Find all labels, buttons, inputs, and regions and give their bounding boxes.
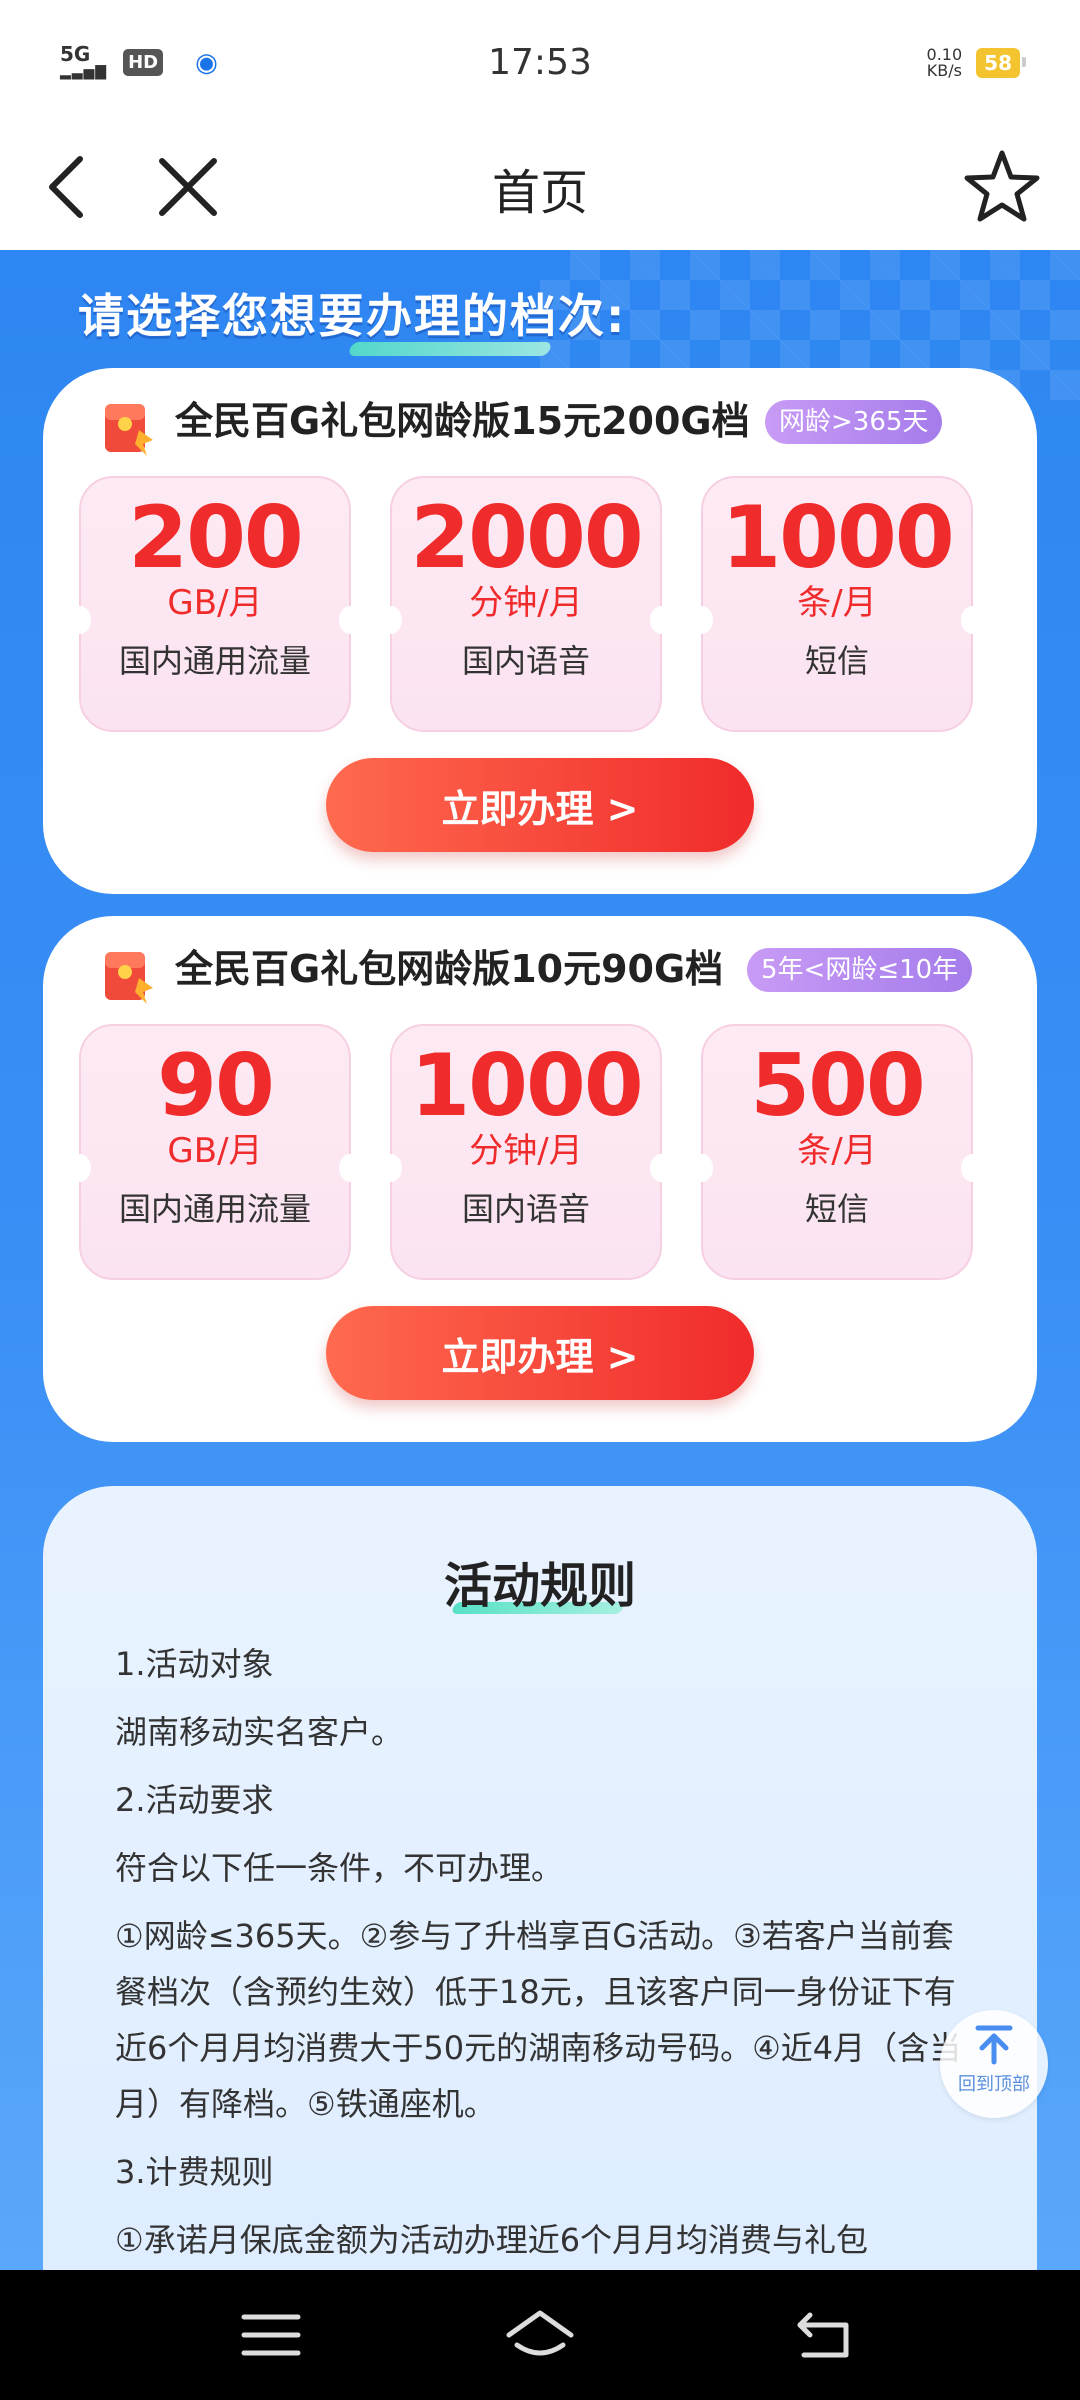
star-icon[interactable] xyxy=(960,145,1044,229)
nav-bar: 首页 xyxy=(0,125,1080,250)
plan-card-10: 全民百G礼包网龄版10元90G档 5年<网龄≤10年 90 GB/月 国内通用流… xyxy=(43,916,1037,1442)
red-envelope-icon xyxy=(105,404,153,456)
app-notification-icon: ◉ xyxy=(195,47,218,78)
benefit-value: 90 xyxy=(157,1036,275,1136)
plan-tag: 5年<网龄≤10年 xyxy=(747,948,973,992)
rules-card: 活动规则 1.活动对象 湖南移动实名客户。 2.活动要求 符合以下任一条件，不可… xyxy=(43,1486,1037,2270)
apply-now-button[interactable]: 立即办理 > xyxy=(326,758,754,852)
benefit-unit: 条/月 xyxy=(797,1131,877,1171)
back-nav-icon[interactable] xyxy=(790,2305,860,2365)
benefit-data: 90 GB/月 国内通用流量 xyxy=(69,1024,361,1280)
benefit-unit: GB/月 xyxy=(167,583,263,623)
arrow-up-icon xyxy=(975,2025,1013,2065)
benefit-unit: 分钟/月 xyxy=(469,1131,583,1171)
home-icon[interactable] xyxy=(505,2305,575,2365)
benefit-value: 500 xyxy=(750,1036,926,1136)
network-speed: 0.10 KB/s xyxy=(926,44,963,80)
plan-title: 全民百G礼包网龄版10元90G档 xyxy=(175,947,724,991)
close-icon[interactable] xyxy=(148,147,228,227)
benefit-voice: 2000 分钟/月 国内语音 xyxy=(380,476,672,732)
rules-paragraph: 1.活动对象 xyxy=(115,1645,274,1683)
plan-tag: 网龄>365天 xyxy=(765,400,943,444)
red-envelope-icon xyxy=(105,952,153,1004)
status-bar: 5G ▂▃▅▇ HD ◉ 17:53 0.10 KB/s 58 xyxy=(0,0,1080,125)
benefit-value: 1000 xyxy=(721,488,954,588)
rules-paragraph: 湖南移动实名客户。 xyxy=(115,1713,404,1751)
rules-paragraph: 符合以下任一条件，不可办理。 xyxy=(115,1849,564,1887)
apply-now-button[interactable]: 立即办理 > xyxy=(326,1306,754,1400)
hd-badge: HD xyxy=(123,49,164,76)
plan-title: 全民百G礼包网龄版15元200G档 xyxy=(175,399,750,443)
benefit-value: 1000 xyxy=(410,1036,643,1136)
section-headline: 请选择您想要办理的档次: xyxy=(78,289,627,343)
benefit-label: 国内语音 xyxy=(461,642,590,680)
benefit-value: 200 xyxy=(128,488,304,588)
menu-icon[interactable] xyxy=(236,2305,306,2365)
back-to-top-button[interactable]: 回到顶部 xyxy=(940,2010,1048,2118)
rules-paragraph: 2.活动要求 xyxy=(115,1781,274,1819)
benefit-unit: 分钟/月 xyxy=(469,583,583,623)
back-to-top-label: 回到顶部 xyxy=(958,2074,1030,2095)
plan-card-15: 全民百G礼包网龄版15元200G档 网龄>365天 200 GB/月 国内通用流… xyxy=(43,368,1037,894)
back-icon[interactable] xyxy=(36,147,116,227)
benefit-label: 国内通用流量 xyxy=(118,1190,311,1228)
benefit-data: 200 GB/月 国内通用流量 xyxy=(69,476,361,732)
signal-icon: 5G ▂▃▅▇ xyxy=(60,41,108,80)
benefit-label: 国内语音 xyxy=(461,1190,590,1228)
benefit-unit: GB/月 xyxy=(167,1131,263,1171)
rules-paragraph: 3.计费规则 xyxy=(115,2153,274,2191)
benefit-voice: 1000 分钟/月 国内语音 xyxy=(380,1024,672,1280)
rules-body: 1.活动对象 湖南移动实名客户。 2.活动要求 符合以下任一条件，不可办理。 ①… xyxy=(115,1636,975,2270)
main-content[interactable]: 请选择您想要办理的档次: 全民百G礼包网龄版15元200G档 网龄>365天 2… xyxy=(0,250,1080,2270)
benefit-value: 2000 xyxy=(410,488,643,588)
rules-paragraph: ①承诺月保底金额为活动办理近6个月月均消费与礼包 xyxy=(115,2221,869,2259)
benefit-unit: 条/月 xyxy=(797,583,877,623)
rules-title: 活动规则 xyxy=(443,1558,636,1614)
benefit-label: 短信 xyxy=(804,642,869,680)
rules-paragraph: ①网龄≤365天。②参与了升档享百G活动。③若客户当前套餐档次（含预约生效）低于… xyxy=(115,1917,962,2123)
benefit-sms: 1000 条/月 短信 xyxy=(691,476,983,732)
benefit-sms: 500 条/月 短信 xyxy=(691,1024,983,1280)
benefit-label: 国内通用流量 xyxy=(118,642,311,680)
system-nav-bar xyxy=(0,2270,1080,2400)
benefit-label: 短信 xyxy=(804,1190,869,1228)
battery-icon: 58 xyxy=(976,47,1026,78)
